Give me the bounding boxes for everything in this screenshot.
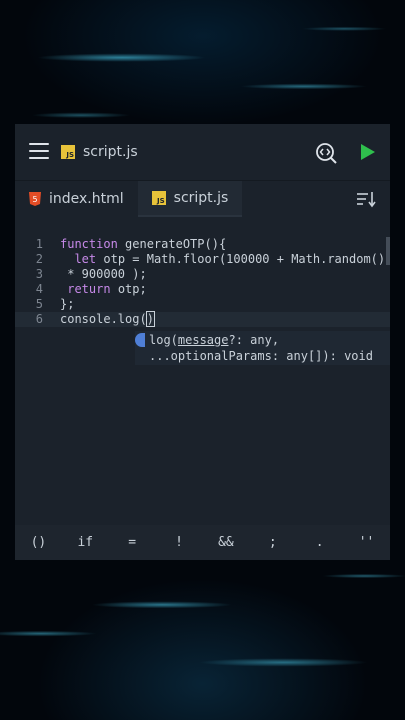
hint-text: ...optionalParams: any[]): void bbox=[149, 349, 373, 363]
tab-label: script.js bbox=[173, 190, 229, 206]
code-line: 2 let otp = Math.floor(100000 + Math.ran… bbox=[15, 252, 390, 267]
js-icon: JS bbox=[151, 191, 166, 205]
js-icon: JS bbox=[61, 145, 75, 159]
hint-text: log( bbox=[149, 333, 178, 347]
line-number: 3 bbox=[35, 267, 43, 281]
code-text: * 900000 ); bbox=[60, 267, 147, 281]
key-not[interactable]: ! bbox=[159, 535, 199, 550]
code-text: otp; bbox=[110, 282, 147, 296]
top-bar: JS script.js bbox=[15, 124, 390, 180]
menu-icon[interactable] bbox=[29, 143, 49, 159]
line-number: 4 bbox=[35, 282, 43, 296]
key-parens[interactable]: () bbox=[18, 535, 58, 550]
code-area[interactable]: 1 function generateOTP(){ 2 let otp = Ma… bbox=[15, 217, 390, 505]
tab-label: index.html bbox=[49, 191, 124, 207]
key-semicolon[interactable]: ; bbox=[253, 535, 293, 550]
hint-marker bbox=[135, 333, 145, 347]
key-if[interactable]: if bbox=[65, 535, 105, 550]
key-equals[interactable]: = bbox=[112, 535, 152, 550]
hint-param: message bbox=[177, 333, 229, 347]
sort-icon[interactable] bbox=[356, 190, 376, 208]
html5-icon: 5 bbox=[29, 192, 41, 206]
key-quotes[interactable]: '' bbox=[347, 535, 387, 550]
line-number: 6 bbox=[35, 312, 43, 326]
code-text: console.log( bbox=[60, 312, 147, 326]
run-button[interactable] bbox=[358, 143, 376, 161]
code-text: }; bbox=[60, 297, 75, 311]
code-text: otp = Math.floor(100000 + Math.random() bbox=[96, 252, 386, 266]
text-cursor: ) bbox=[145, 311, 155, 327]
code-text: generateOTP(){ bbox=[117, 237, 227, 251]
current-file-name: script.js bbox=[83, 144, 138, 160]
code-line: 5 }; bbox=[15, 297, 390, 312]
svg-text:5: 5 bbox=[32, 195, 37, 204]
tab-script-js[interactable]: JS script.js bbox=[137, 181, 243, 217]
symbol-keyboard-row: () if = ! && ; . '' bbox=[15, 525, 390, 560]
line-number: 1 bbox=[35, 237, 43, 251]
key-dot[interactable]: . bbox=[300, 535, 340, 550]
code-line: 3 * 900000 ); bbox=[15, 267, 390, 282]
code-line: 4 return otp; bbox=[15, 282, 390, 297]
tab-bar: 5 index.html JS script.js bbox=[15, 180, 390, 265]
signature-hint-popup: log(message?: any, ...optionalParams: an… bbox=[135, 331, 390, 365]
current-file: JS script.js bbox=[61, 144, 138, 160]
code-line: 1 function generateOTP(){ bbox=[15, 237, 390, 252]
search-code-icon[interactable] bbox=[315, 142, 337, 164]
key-and[interactable]: && bbox=[206, 535, 246, 550]
line-number: 2 bbox=[35, 252, 43, 266]
code-editor-app: JS script.js 5 index.html JS script.js 1… bbox=[15, 124, 390, 560]
tab-index-html[interactable]: 5 index.html bbox=[15, 181, 138, 217]
line-number: 5 bbox=[35, 297, 43, 311]
hint-text: ?: any, bbox=[228, 333, 280, 347]
keyword: function bbox=[60, 237, 118, 251]
code-line-current: 6 console.log() bbox=[15, 311, 390, 327]
keyword: let bbox=[74, 252, 97, 266]
keyword: return bbox=[67, 282, 111, 296]
